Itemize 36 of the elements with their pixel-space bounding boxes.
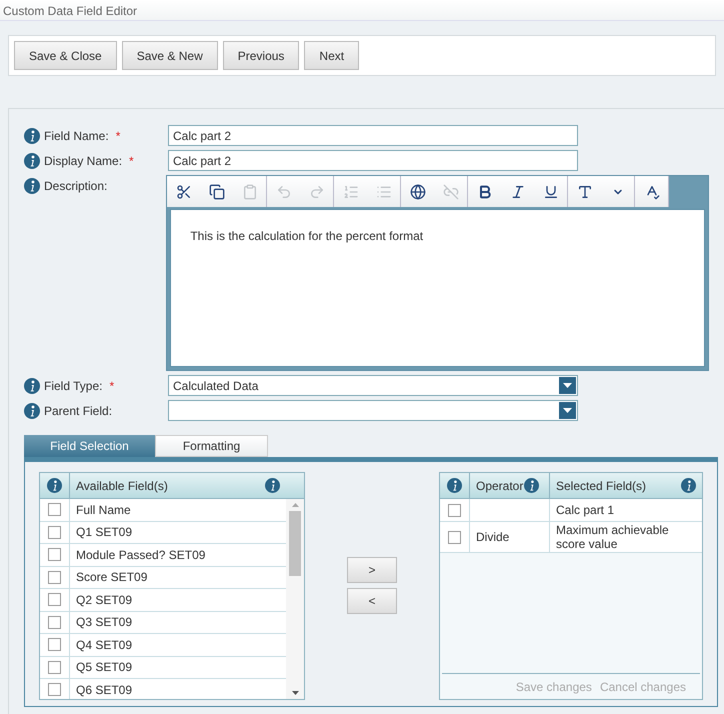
table-cell-text: Q2 SET09	[75, 592, 134, 609]
field-label: Parent Field:	[44, 402, 112, 420]
move-button[interactable]: >	[347, 557, 397, 583]
table-cell-text: Q6 SET09	[75, 682, 134, 699]
table-cell-text: Module Passed? SET09	[75, 546, 206, 564]
move-button[interactable]: <	[347, 588, 397, 614]
field-label: Display Name:	[44, 152, 122, 170]
column-header[interactable]: Operator	[470, 473, 550, 498]
table-cell-text: Q4 SET09	[75, 636, 134, 654]
window-title: Custom Data Field Editor	[0, 0, 724, 21]
tab[interactable]: Field Selection	[24, 435, 155, 457]
table-cell-text: Q5 SET09	[75, 659, 134, 676]
toolbar-button[interactable]: Previous	[222, 41, 300, 70]
field-label: Description:	[44, 178, 108, 194]
dropdown-field[interactable]: Calculated Data	[168, 375, 578, 396]
required-mark: *	[109, 378, 114, 394]
toolbar-button[interactable]: Save & Close	[14, 41, 117, 70]
field-label: Field Name:	[44, 128, 109, 144]
description-text: This is the calculation for the percent format	[190, 229, 424, 243]
tab[interactable]: Formatting	[155, 435, 268, 457]
column-header[interactable]: Selected Field(s)	[550, 473, 702, 498]
table-cell-text: Divide	[476, 529, 510, 546]
text-field[interactable]: Calc part 2	[168, 125, 578, 146]
table-cell-text: Q3 SET09	[75, 614, 134, 632]
toolbar-button[interactable]: Next	[304, 41, 360, 70]
field-label: Field Type:	[44, 378, 102, 394]
table-cell-text: Q1 SET09	[75, 524, 134, 542]
table-cell-text: Full Name	[75, 502, 132, 519]
required-mark: *	[116, 128, 120, 144]
table-cell-text: Maximum achievable score value	[555, 522, 670, 552]
toolbar-button[interactable]: Save & New	[122, 41, 218, 70]
table-cell-text: Calc part 1	[555, 502, 616, 519]
table-cell-text: Score SET09	[75, 569, 148, 586]
required-mark: *	[129, 152, 134, 170]
editor-text-area[interactable]: This is the calculation for the percent format	[170, 209, 705, 367]
text-field[interactable]: Calc part 2	[168, 150, 578, 171]
